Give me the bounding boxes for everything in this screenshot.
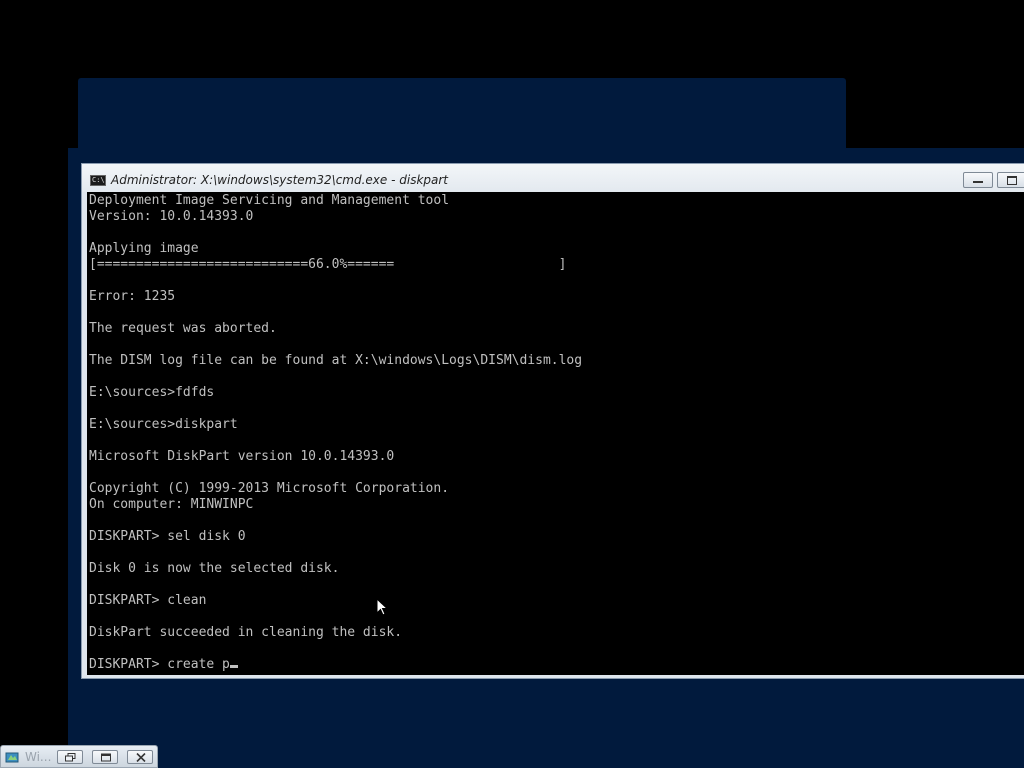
- window-title: Administrator: X:\windows\system32\cmd.e…: [111, 173, 449, 187]
- console-line: Error: 1235: [89, 289, 176, 304]
- console-icon: C:\: [90, 175, 106, 186]
- close-button[interactable]: [127, 750, 153, 764]
- console-line: [===========================66.0%====== …: [89, 257, 567, 272]
- minimize-button[interactable]: [963, 172, 993, 188]
- maximize-icon: [101, 753, 111, 762]
- console-line: The request was aborted.: [89, 321, 277, 336]
- desktop-screen: C:\ Administrator: X:\windows\system32\c…: [0, 0, 1024, 768]
- console-line: Version: 10.0.14393.0: [89, 209, 254, 224]
- console-line: Microsoft DiskPart version 10.0.14393.0: [89, 449, 395, 464]
- console-line: Disk 0 is now the selected disk.: [89, 561, 340, 576]
- console-output: Deployment Image Servicing and Managemen…: [89, 193, 582, 673]
- console-line: DISKPART> sel disk 0: [89, 529, 246, 544]
- text-cursor: [229, 665, 238, 668]
- taskbar-label: Wi...: [25, 750, 52, 764]
- close-icon: [136, 753, 146, 762]
- cmd-titlebar[interactable]: C:\ Administrator: X:\windows\system32\c…: [82, 164, 1024, 192]
- console-prompt-line: DISKPART> create p: [89, 657, 230, 672]
- console-line: Applying image: [89, 241, 199, 256]
- console-history: Deployment Image Servicing and Managemen…: [89, 193, 582, 640]
- console-line: Deployment Image Servicing and Managemen…: [89, 193, 450, 208]
- console-area[interactable]: Deployment Image Servicing and Managemen…: [87, 192, 1024, 675]
- console-line: E:\sources>diskpart: [89, 417, 238, 432]
- console-line: Copyright (C) 1999-2013 Microsoft Corpor…: [89, 481, 450, 496]
- console-line: E:\sources>fdfds: [89, 385, 215, 400]
- console-line: DiskPart succeeded in cleaning the disk.: [89, 625, 403, 640]
- console-line: The DISM log file can be found at X:\win…: [89, 353, 583, 368]
- cmd-window[interactable]: C:\ Administrator: X:\windows\system32\c…: [81, 163, 1024, 679]
- setup-icon: [5, 752, 19, 763]
- taskbar-setup-window[interactable]: Wi...: [0, 745, 158, 768]
- console-line: On computer: MINWINPC: [89, 497, 254, 512]
- taskbar-maximize-button[interactable]: [92, 750, 118, 764]
- console-line: DISKPART> clean: [89, 593, 207, 608]
- maximize-button[interactable]: [997, 172, 1024, 188]
- restore-icon: [65, 753, 76, 762]
- mouse-pointer-icon: [376, 598, 388, 616]
- restore-button[interactable]: [57, 750, 83, 764]
